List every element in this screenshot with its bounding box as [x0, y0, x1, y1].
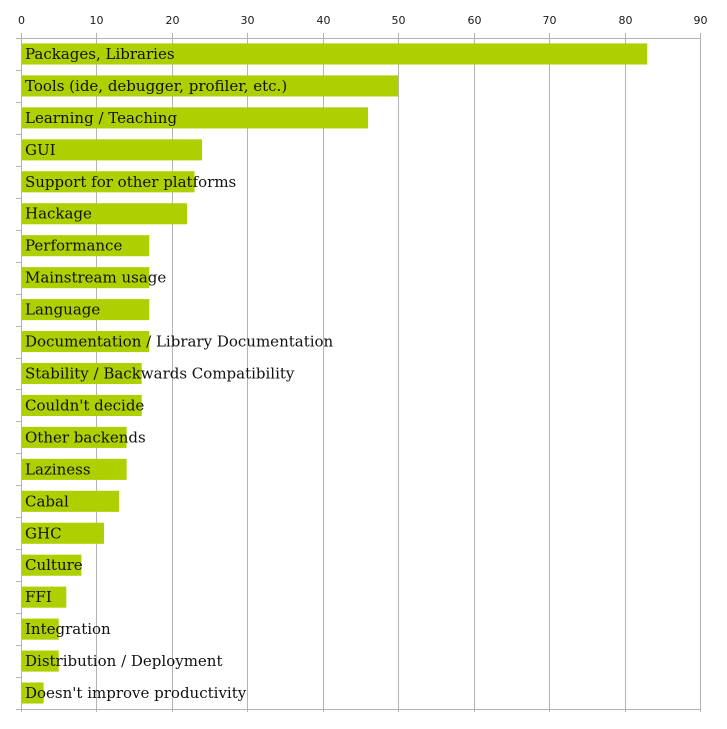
x-tick-label: 90 [694, 14, 708, 27]
category-label: Couldn't decide [25, 396, 144, 414]
category-label: Language [25, 301, 100, 319]
x-tick-label: 60 [468, 14, 482, 27]
category-label: Mainstream usage [25, 269, 166, 287]
category-label: GUI [25, 141, 56, 159]
bar-chart: 0 10 20 30 40 50 60 70 80 90 Packages, Libraries T… [16, 14, 708, 712]
x-tick-label: 40 [317, 14, 331, 27]
category-label: GHC [25, 524, 62, 542]
x-tick-label: 80 [619, 14, 633, 27]
category-label: Doesn't improve productivity [25, 684, 247, 702]
x-tick-label: 0 [18, 14, 25, 27]
category-label: Hackage [25, 205, 92, 223]
x-tick-label: 10 [90, 14, 104, 27]
category-label: Packages, Libraries [25, 45, 175, 63]
category-label: Laziness [25, 460, 91, 478]
x-tick-label: 30 [241, 14, 255, 27]
category-label: Performance [25, 237, 122, 255]
category-label: Other backends [25, 428, 146, 446]
category-label: Tools (ide, debugger, profiler, etc.) [25, 77, 287, 95]
category-label: FFI [25, 588, 52, 606]
x-axis-ticks: 0 10 20 30 40 50 60 70 80 90 [18, 14, 708, 27]
category-label: Stability / Backwards Compatibility [25, 365, 295, 383]
category-label: Culture [25, 556, 83, 574]
category-label: Cabal [25, 492, 69, 510]
category-label: Distribution / Deployment [25, 652, 222, 670]
x-tick-label: 50 [392, 14, 406, 27]
category-label: Learning / Teaching [25, 109, 177, 127]
category-label: Integration [25, 620, 111, 638]
x-tick-label: 20 [166, 14, 180, 27]
x-tick-label: 70 [543, 14, 557, 27]
category-label: Documentation / Library Documentation [25, 333, 334, 351]
category-label: Support for other platforms [25, 173, 236, 191]
